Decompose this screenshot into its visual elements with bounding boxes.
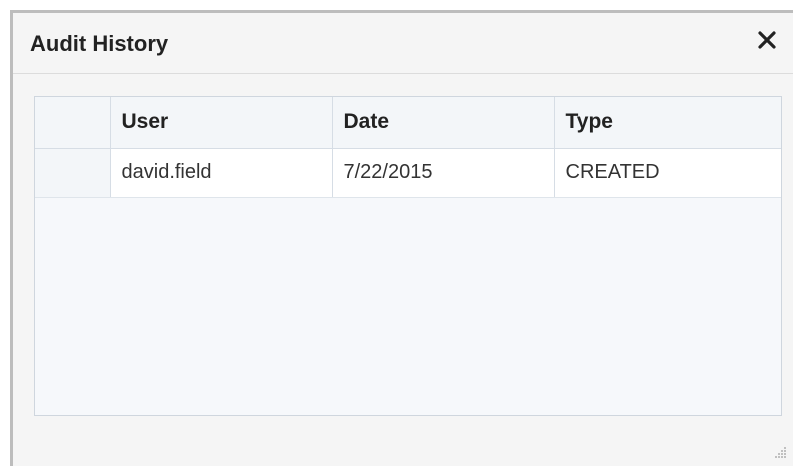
resize-grip-icon[interactable]	[773, 444, 787, 458]
dialog-title: Audit History	[30, 31, 169, 56]
close-icon[interactable]	[755, 28, 779, 52]
cell-user: david.field	[110, 148, 333, 198]
column-header-user[interactable]: User	[110, 97, 333, 149]
table-header-row: User Date Type	[35, 97, 781, 149]
audit-history-dialog: Audit History User Date Type david.field…	[10, 10, 793, 466]
dialog-titlebar[interactable]: Audit History	[13, 13, 793, 74]
table-row[interactable]: david.field 7/22/2015 CREATED	[35, 148, 781, 198]
row-selector-header	[35, 97, 111, 149]
audit-history-table: User Date Type david.field 7/22/2015 CRE…	[34, 96, 782, 416]
column-header-date[interactable]: Date	[332, 97, 555, 149]
column-header-type[interactable]: Type	[554, 97, 781, 149]
row-selector[interactable]	[35, 148, 111, 198]
cell-date: 7/22/2015	[332, 148, 555, 198]
cell-type: CREATED	[554, 148, 781, 198]
